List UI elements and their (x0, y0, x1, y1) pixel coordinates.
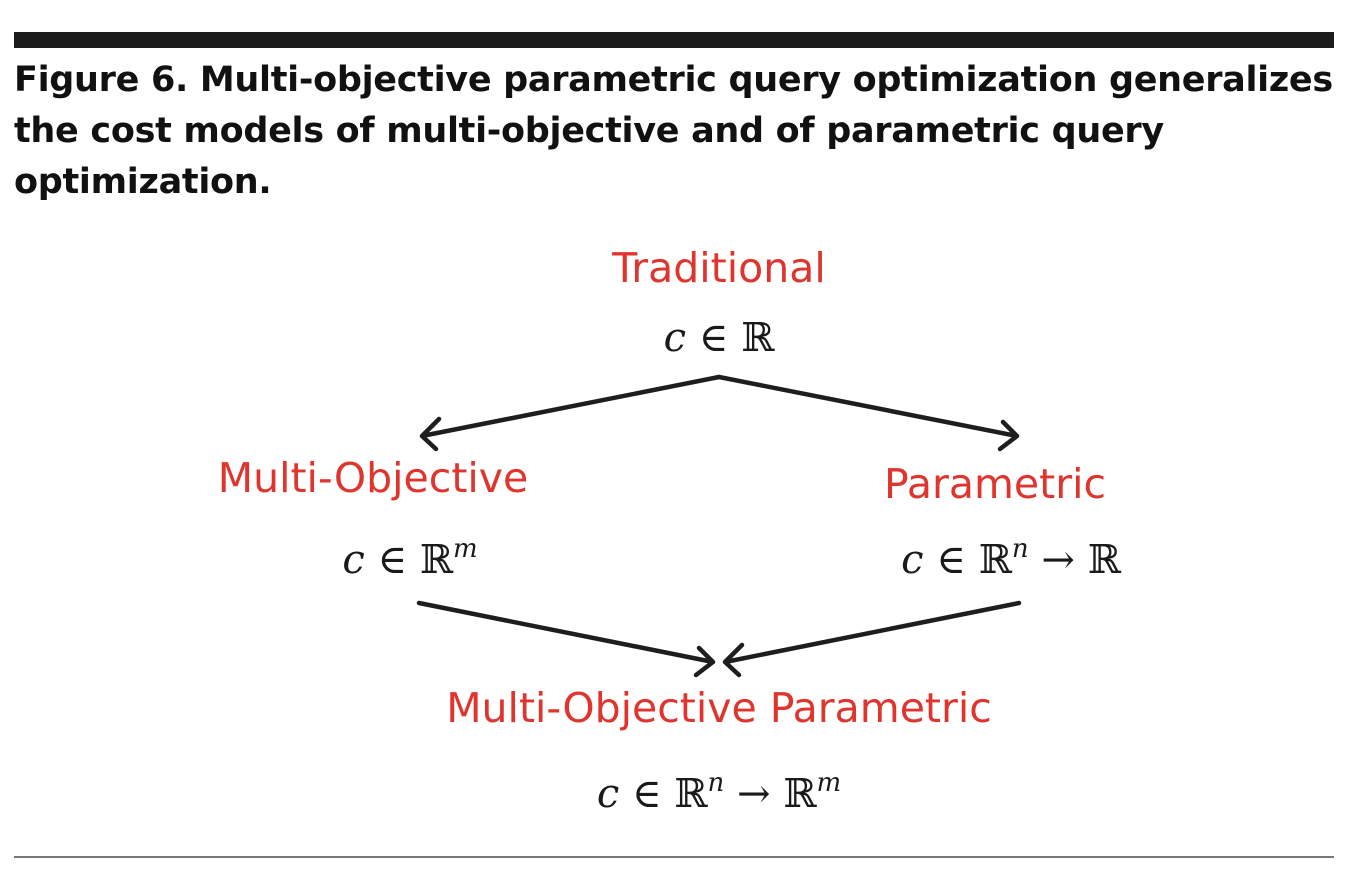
formula-set: ℝ (978, 537, 1012, 583)
formula-target: ℝ (1087, 537, 1121, 583)
formula-set: ℝ (741, 315, 775, 361)
formula-arrow: → (1041, 537, 1075, 583)
formula-rel: ∈ (936, 537, 966, 583)
arrow-traditional-to-parametric (716, 374, 1020, 452)
diagram-arrows (416, 374, 1022, 678)
formula-target-exponent: m (816, 768, 842, 798)
formula-target: ℝ (783, 771, 817, 817)
formula-exponent: m (453, 534, 478, 564)
formula-var: c (342, 537, 365, 583)
arrow-multi-objective-to-mo-parametric (416, 600, 716, 678)
node-parametric-formula: c ∈ ℝn → ℝ (901, 536, 1121, 583)
formula-rel: ∈ (698, 315, 729, 361)
node-mo-parametric-title: Multi-Objective Parametric (446, 684, 992, 732)
bottom-rule (14, 856, 1334, 858)
formula-set: ℝ (674, 771, 708, 817)
node-multi-objective-title: Multi-Objective (217, 454, 529, 502)
formula-rel: ∈ (377, 537, 408, 583)
formula-set: ℝ (419, 537, 454, 583)
formula-exponent: n (1011, 534, 1029, 564)
node-traditional-formula: c ∈ ℝ (664, 318, 775, 358)
node-parametric-title: Parametric (883, 460, 1107, 508)
formula-arrow: → (737, 771, 771, 817)
formula-var: c (663, 315, 687, 361)
node-multi-objective-formula: c ∈ ℝm (342, 536, 477, 583)
node-mo-parametric-formula: c ∈ ℝn → ℝm (596, 770, 841, 817)
arrow-parametric-to-mo-parametric (722, 600, 1022, 678)
formula-exponent: n (707, 768, 725, 798)
node-traditional-title: Traditional (612, 244, 826, 292)
arrow-traditional-to-multi-objective (419, 374, 722, 452)
formula-var: c (596, 771, 620, 817)
formula-rel: ∈ (631, 771, 662, 817)
formula-var: c (901, 537, 924, 583)
